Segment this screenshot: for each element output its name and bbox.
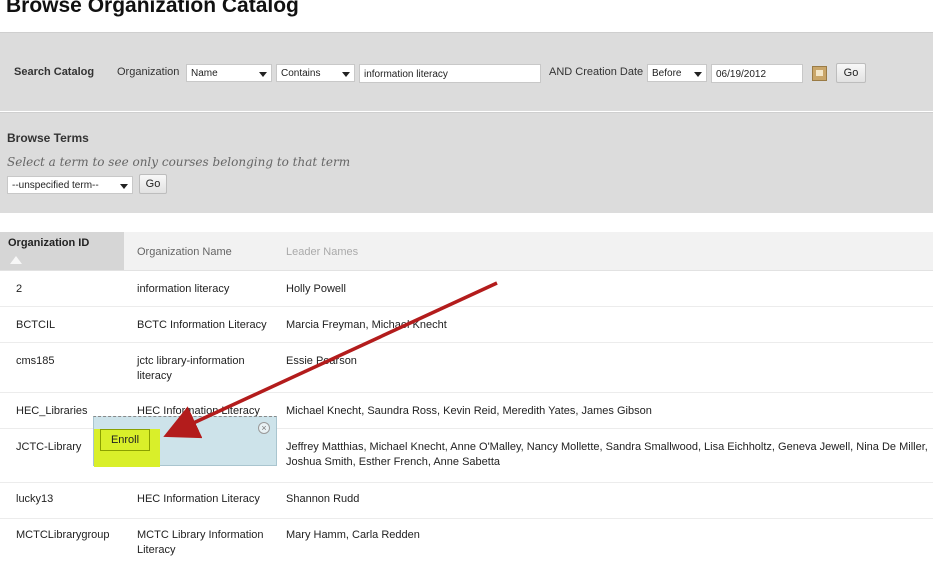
creation-date-label: AND Creation Date	[549, 66, 644, 78]
search-field-select[interactable]: Name	[186, 64, 272, 82]
organization-id-link[interactable]: 2	[16, 282, 22, 297]
creation-date-input[interactable]: 06/19/2012	[711, 64, 803, 83]
browse-terms-panel: Browse Terms Select a term to see only c…	[0, 112, 933, 213]
leader-names: Shannon Rudd	[286, 493, 360, 505]
search-go-button[interactable]: Go	[836, 63, 866, 83]
organization-id-link[interactable]: HEC_Libraries	[16, 404, 88, 419]
organization-name: jctc library-information literacy	[137, 355, 245, 382]
enroll-button[interactable]: Enroll	[100, 429, 150, 451]
table-header: Organization ID Organization Name Leader…	[0, 232, 933, 271]
chevron-down-icon	[342, 72, 350, 77]
organization-id-link[interactable]: cms185	[16, 354, 55, 369]
column-header-organization-id[interactable]: Organization ID	[8, 237, 89, 249]
chevron-down-icon	[120, 184, 128, 189]
leader-names: Marcia Freyman, Michael Knecht	[286, 319, 447, 331]
chevron-down-icon	[259, 72, 267, 77]
leader-names: Jeffrey Matthias, Michael Knecht, Anne O…	[286, 441, 928, 468]
organization-id-link[interactable]: lucky13	[16, 492, 53, 507]
organization-context-menu: × Enroll	[93, 416, 277, 467]
search-field-select-value: Name	[191, 68, 218, 79]
term-select[interactable]: --unspecified term--	[7, 176, 133, 194]
search-input[interactable]: information literacy	[359, 64, 541, 83]
organization-field-label: Organization	[117, 66, 180, 78]
search-catalog-bar: Search Catalog Organization Name Contain…	[0, 32, 933, 111]
sort-ascending-icon[interactable]	[10, 256, 22, 264]
term-go-button[interactable]: Go	[139, 174, 167, 194]
date-operator-select[interactable]: Before	[647, 64, 707, 82]
table-row: BCTCIL BCTC Information Literacy Marcia …	[0, 306, 933, 343]
organization-name: MCTC Library Information Literacy	[137, 529, 264, 556]
search-operator-select-value: Contains	[281, 68, 321, 79]
leader-names: Holly Powell	[286, 283, 346, 295]
search-catalog-label: Search Catalog	[14, 66, 95, 78]
column-header-leader-names[interactable]: Leader Names	[286, 246, 358, 258]
organization-name: HEC Information Literacy	[137, 493, 260, 505]
calendar-icon[interactable]	[812, 66, 827, 81]
browse-terms-heading: Browse Terms	[7, 131, 89, 145]
search-input-value: information literacy	[364, 69, 448, 80]
organization-id-link[interactable]: JCTC-Library	[16, 440, 81, 455]
page-title: Browse Organization Catalog	[6, 0, 299, 17]
leader-names: Michael Knecht, Saundra Ross, Kevin Reid…	[286, 405, 652, 417]
table-row: 2 information literacy Holly Powell	[0, 270, 933, 307]
organization-name: BCTC Information Literacy	[137, 319, 267, 331]
column-header-organization-name[interactable]: Organization Name	[137, 246, 232, 258]
chevron-down-icon	[694, 72, 702, 77]
browse-terms-hint: Select a term to see only courses belong…	[7, 155, 351, 169]
organization-id-link[interactable]: MCTCLibrarygroup	[16, 528, 110, 543]
leader-names: Essie Pearson	[286, 355, 357, 367]
organization-id-link[interactable]: BCTCIL	[16, 318, 55, 333]
table-row: MCTCLibrarygroup MCTC Library Informatio…	[0, 518, 933, 564]
close-icon[interactable]: ×	[258, 422, 270, 434]
term-select-value: --unspecified term--	[12, 180, 99, 191]
table-row: cms185 jctc library-information literacy…	[0, 342, 933, 393]
table-row: lucky13 HEC Information Literacy Shannon…	[0, 482, 933, 519]
date-operator-select-value: Before	[652, 68, 682, 79]
creation-date-value: 06/19/2012	[716, 69, 767, 80]
organization-name: information literacy	[137, 283, 230, 295]
search-operator-select[interactable]: Contains	[276, 64, 355, 82]
leader-names: Mary Hamm, Carla Redden	[286, 529, 420, 541]
